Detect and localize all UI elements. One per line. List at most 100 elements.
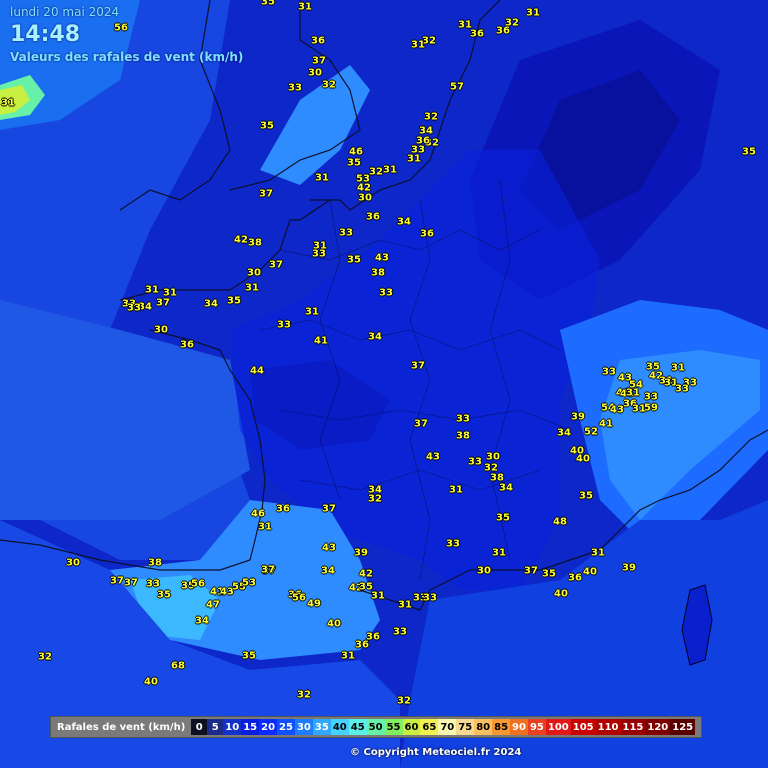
- legend-cell: 10: [223, 719, 242, 735]
- station-gust-value: 36: [276, 503, 290, 515]
- station-gust-value: 37: [411, 360, 425, 372]
- station-gust-value: 31: [305, 306, 319, 318]
- station-gust-value: 31: [145, 284, 159, 296]
- legend-title: Rafales de vent (km/h): [57, 721, 186, 733]
- station-gust-value: 43: [322, 542, 336, 554]
- station-gust-value: 39: [571, 411, 585, 423]
- station-gust-value: 34: [499, 482, 513, 494]
- station-gust-value: 37: [261, 564, 275, 576]
- legend-cell: 45: [348, 719, 367, 735]
- station-gust-value: 31: [591, 547, 605, 559]
- station-gust-value: 35: [347, 157, 361, 169]
- station-gust-value: 33: [675, 383, 689, 395]
- legend-cell: 50: [366, 719, 385, 735]
- station-gust-value: 31: [626, 387, 640, 399]
- legend-cell: 55: [384, 719, 403, 735]
- legend-cell: 65: [420, 719, 439, 735]
- station-gust-value: 47: [206, 599, 220, 611]
- legend-cell: 30: [294, 719, 313, 735]
- station-gust-value: 48: [553, 516, 567, 528]
- legend-cell: 75: [456, 719, 475, 735]
- station-gust-value: 43: [375, 252, 389, 264]
- copyright-notice: © Copyright Meteociel.fr 2024: [350, 747, 522, 758]
- station-gust-value: 35: [227, 295, 241, 307]
- station-gust-value: 39: [354, 547, 368, 559]
- station-gust-value: 42: [359, 568, 373, 580]
- station-gust-value: 34: [204, 298, 218, 310]
- station-gust-value: 34: [397, 216, 411, 228]
- station-gust-value: 37: [269, 259, 283, 271]
- station-gust-value: 40: [576, 453, 590, 465]
- station-gust-value: 35: [347, 254, 361, 266]
- legend-cell: 20: [259, 719, 278, 735]
- station-gust-value: 35: [260, 120, 274, 132]
- legend-cell: 115: [620, 719, 646, 735]
- station-gust-value: 37: [156, 297, 170, 309]
- station-gust-value: 43: [610, 404, 624, 416]
- station-gust-value: 32: [38, 651, 52, 663]
- station-gust-value: 42: [234, 234, 248, 246]
- legend-cell: 70: [438, 719, 457, 735]
- station-gust-value: 33: [423, 592, 437, 604]
- wind-gust-map: lundi 20 mai 2024 14:48 Valeurs des rafa…: [0, 0, 768, 768]
- legend-cell: 105: [570, 719, 596, 735]
- station-gust-value: 37: [124, 577, 138, 589]
- legend-cell: 110: [595, 719, 621, 735]
- station-gust-value: 36: [420, 228, 434, 240]
- map-time: 14:48: [10, 22, 81, 47]
- legend-cell: 15: [241, 719, 260, 735]
- legend-cell: 35: [312, 719, 331, 735]
- station-gust-value: 36: [311, 35, 325, 47]
- station-gust-value: 33: [393, 626, 407, 638]
- legend-cell: 80: [474, 719, 493, 735]
- station-gust-value: 37: [259, 188, 273, 200]
- station-gust-value: 40: [327, 618, 341, 630]
- station-gust-value: 38: [148, 557, 162, 569]
- station-gust-value: 38: [248, 237, 262, 249]
- legend-cell: 0: [191, 719, 208, 735]
- station-gust-value: 32: [297, 689, 311, 701]
- station-gust-value: 33: [446, 538, 460, 550]
- station-gust-value: 35: [261, 0, 275, 8]
- map-date: lundi 20 mai 2024: [10, 5, 120, 19]
- legend-cell: 85: [492, 719, 511, 735]
- legend-cell: 40: [330, 719, 349, 735]
- legend-scale: 0 5 10 15 20 25 30 35 40 45 50 55 60 65 70 75 80 85 90 95 10…: [191, 719, 696, 735]
- station-gust-value: 34: [368, 331, 382, 343]
- station-gust-value: 30: [477, 565, 491, 577]
- station-gust-value: 37: [322, 503, 336, 515]
- station-gust-value: 35: [742, 146, 756, 158]
- station-gust-value: 56: [292, 592, 306, 604]
- station-gust-value: 31: [449, 484, 463, 496]
- station-gust-value: 30: [308, 67, 322, 79]
- station-gust-value: 30: [486, 451, 500, 463]
- station-gust-value: 37: [414, 418, 428, 430]
- station-gust-value: 30: [358, 192, 372, 204]
- legend-cell: 5: [207, 719, 224, 735]
- legend-cell: 125: [670, 719, 696, 735]
- station-gust-value: 36: [180, 339, 194, 351]
- station-gust-value: 53: [242, 577, 256, 589]
- station-gust-value: 40: [583, 566, 597, 578]
- station-gust-value: 32: [322, 79, 336, 91]
- map-background: [0, 0, 768, 768]
- station-gust-value: 31: [407, 153, 421, 165]
- station-gust-value: 31: [383, 164, 397, 176]
- station-gust-value: 33: [312, 248, 326, 260]
- station-gust-value: 41: [599, 418, 613, 430]
- station-gust-value: 33: [379, 287, 393, 299]
- station-gust-value: 31: [1, 97, 15, 109]
- station-gust-value: 35: [579, 490, 593, 502]
- station-gust-value: 36: [366, 211, 380, 223]
- station-gust-value: 37: [110, 575, 124, 587]
- station-gust-value: 31: [371, 590, 385, 602]
- station-gust-value: 32: [424, 111, 438, 123]
- station-gust-value: 44: [250, 365, 264, 377]
- station-gust-value: 56: [114, 22, 128, 34]
- station-gust-value: 33: [339, 227, 353, 239]
- station-gust-value: 34: [195, 615, 209, 627]
- station-gust-value: 43: [426, 451, 440, 463]
- station-gust-value: 30: [154, 324, 168, 336]
- station-gust-value: 31: [245, 282, 259, 294]
- station-gust-value: 41: [314, 335, 328, 347]
